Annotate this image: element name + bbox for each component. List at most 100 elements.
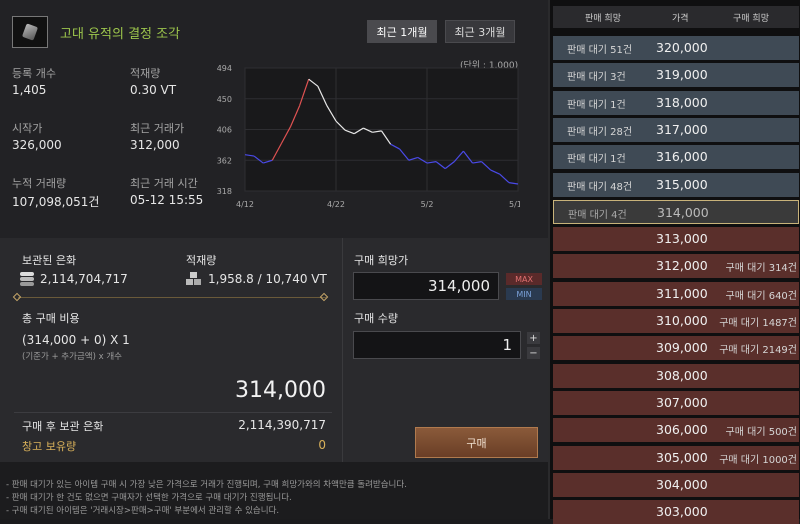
orderbook-row[interactable]: 판매 대기 3건 319,000 bbox=[553, 63, 799, 88]
price-level: 309,000 bbox=[656, 340, 708, 356]
buy-wait-count: 구매 대기 314건 bbox=[725, 263, 797, 275]
x-tick-label: 4/22 bbox=[327, 200, 345, 209]
bid-price-input[interactable]: 314,000 bbox=[353, 272, 499, 300]
period-1-month-button[interactable]: 최근 1개월 bbox=[367, 20, 437, 43]
orderbook-row[interactable]: 판매 대기 1건 316,000 bbox=[553, 145, 799, 170]
after-purchase-silver-label: 구매 후 보관 은화 bbox=[22, 420, 104, 433]
price-level: 306,000 bbox=[656, 422, 708, 438]
x-tick-label: 5/2 bbox=[421, 200, 434, 209]
warehouse-stock-label: 창고 보유량 bbox=[22, 440, 77, 453]
price-level: 315,000 bbox=[656, 176, 708, 192]
sell-wait-count: 판매 대기 1건 bbox=[567, 99, 626, 111]
price-level: 311,000 bbox=[656, 285, 708, 301]
total-cost-value: 314,000 bbox=[235, 378, 326, 403]
orderbook-row[interactable]: 311,000 구매 대기 640건 bbox=[553, 281, 799, 306]
y-tick-label: 362 bbox=[217, 156, 232, 165]
orderbook-row[interactable]: 306,000 구매 대기 500건 bbox=[553, 418, 799, 443]
recent-time-label: 최근 거래 시간 bbox=[130, 177, 198, 190]
cost-formula: (314,000 + 0) X 1 bbox=[22, 333, 130, 347]
price-level: 316,000 bbox=[656, 149, 708, 165]
buy-wait-count: 구매 대기 2149건 bbox=[719, 345, 797, 357]
sell-wait-count: 판매 대기 3건 bbox=[567, 72, 626, 84]
orderbook-row[interactable]: 310,000 구매 대기 1487건 bbox=[553, 309, 799, 333]
buy-wait-count: 구매 대기 1000건 bbox=[719, 454, 797, 466]
sell-wait-count: 판매 대기 51건 bbox=[567, 45, 633, 56]
cost-formula-note: (기준가 + 추가금액) x 개수 bbox=[22, 352, 122, 362]
sell-wait-count: 판매 대기 1건 bbox=[567, 154, 626, 166]
price-level: 318,000 bbox=[656, 94, 708, 110]
price-level: 317,000 bbox=[656, 121, 708, 137]
registered-count-label: 등록 개수 bbox=[12, 67, 56, 80]
start-price-label: 시작가 bbox=[12, 122, 43, 135]
period-3-month-button[interactable]: 최근 3개월 bbox=[445, 20, 515, 43]
price-level: 304,000 bbox=[656, 476, 708, 492]
weight-crate-icon bbox=[186, 272, 202, 286]
price-level: 308,000 bbox=[656, 367, 708, 383]
item-name: 고대 유적의 결정 조각 bbox=[60, 27, 181, 42]
recent-price-value: 312,000 bbox=[130, 138, 180, 152]
orderbook-row[interactable]: 304,000 bbox=[553, 472, 799, 497]
divider bbox=[18, 297, 326, 298]
price-level: 305,000 bbox=[656, 449, 708, 465]
price-level: 320,000 bbox=[656, 40, 708, 55]
note-line: - 구매 대기된 아이템은 '거래시장>판매>구매' 부분에서 관리할 수 있습… bbox=[6, 506, 280, 516]
weight-value: 0.30 VT bbox=[130, 83, 177, 97]
warehouse-stock-value: 0 bbox=[318, 438, 326, 452]
weight-label: 적재량 bbox=[130, 67, 161, 80]
orderbook-row[interactable]: 판매 대기 28건 317,000 bbox=[553, 117, 799, 142]
sell-wait-count: 판매 대기 28건 bbox=[567, 126, 633, 138]
orderbook-row[interactable]: 312,000 구매 대기 314건 bbox=[553, 254, 799, 279]
max-price-button[interactable]: MAX bbox=[506, 273, 542, 285]
note-line: - 판매 대기가 있는 아이템 구매 시 가장 낮은 가격으로 거래가 진행되며… bbox=[6, 480, 407, 490]
orderbook-row[interactable]: 판매 대기 48건 315,000 bbox=[553, 172, 799, 197]
storage-weight-label: 적재량 bbox=[186, 254, 217, 267]
stored-silver-value: 2,114,704,717 bbox=[40, 272, 128, 286]
price-level: 303,000 bbox=[656, 504, 708, 520]
quantity-input[interactable]: 1 bbox=[353, 331, 521, 359]
bid-price-label: 구매 희망가 bbox=[354, 254, 409, 267]
recent-time-value: 05-12 15:55 bbox=[130, 193, 204, 207]
orderbook-row[interactable]: 303,000 bbox=[553, 500, 799, 524]
orderbook-row[interactable]: 308,000 bbox=[553, 363, 799, 388]
sell-wait-count: 판매 대기 4건 bbox=[568, 209, 627, 221]
buy-wait-count: 구매 대기 500건 bbox=[725, 427, 797, 439]
chart-y-ticks: 494 450 406 362 318 bbox=[217, 64, 232, 196]
after-purchase-silver-value: 2,114,390,717 bbox=[238, 418, 326, 432]
price-level: 313,000 bbox=[656, 231, 708, 247]
price-level: 319,000 bbox=[656, 67, 708, 83]
price-level: 310,000 bbox=[656, 313, 708, 328]
y-tick-label: 318 bbox=[217, 187, 232, 196]
quantity-label: 구매 수량 bbox=[354, 312, 398, 325]
chart-x-ticks: 4/12 4/22 5/2 5/12 bbox=[236, 200, 520, 209]
header-price: 가격 bbox=[672, 14, 689, 24]
orderbook-row[interactable]: 307,000 bbox=[553, 390, 799, 415]
orderbook-row[interactable]: 판매 대기 1건 318,000 bbox=[553, 90, 799, 115]
orderbook-row[interactable]: 309,000 구매 대기 2149건 bbox=[553, 336, 799, 361]
stored-silver-label: 보관된 은화 bbox=[22, 254, 77, 267]
buy-wait-count: 구매 대기 640건 bbox=[725, 290, 797, 302]
orderbook-row[interactable]: 판매 대기 51건 320,000 bbox=[553, 36, 799, 60]
start-price-value: 326,000 bbox=[12, 138, 62, 152]
price-level: 307,000 bbox=[656, 394, 708, 410]
sell-wait-count: 판매 대기 48건 bbox=[567, 181, 633, 193]
header-sell: 판매 희망 bbox=[585, 14, 621, 24]
x-tick-label: 4/12 bbox=[236, 200, 254, 209]
registered-count-value: 1,405 bbox=[12, 83, 47, 97]
orderbook-row[interactable]: 305,000 구매 대기 1000건 bbox=[553, 445, 799, 470]
buy-wait-count: 구매 대기 1487건 bbox=[719, 318, 797, 329]
buy-button[interactable]: 구매 bbox=[415, 427, 538, 458]
orderbook-row[interactable]: 313,000 bbox=[553, 227, 799, 252]
y-tick-label: 494 bbox=[217, 64, 232, 73]
total-volume-value: 107,098,051건 bbox=[12, 195, 100, 209]
silver-coin-icon bbox=[20, 272, 36, 286]
crystal-fragment-icon bbox=[12, 16, 48, 48]
recent-price-label: 최근 거래가 bbox=[130, 122, 185, 135]
y-tick-label: 450 bbox=[217, 95, 232, 104]
price-level: 314,000 bbox=[657, 204, 709, 220]
price-level: 312,000 bbox=[656, 258, 708, 274]
orderbook-row[interactable]: 판매 대기 4건 314,000 bbox=[553, 199, 799, 224]
min-price-button[interactable]: MIN bbox=[506, 288, 542, 300]
quantity-plus-button[interactable]: + bbox=[527, 332, 540, 344]
price-history-chart: 494 450 406 362 318 4/12 4/22 5/2 5/12 bbox=[217, 64, 520, 209]
quantity-minus-button[interactable]: − bbox=[527, 347, 540, 359]
